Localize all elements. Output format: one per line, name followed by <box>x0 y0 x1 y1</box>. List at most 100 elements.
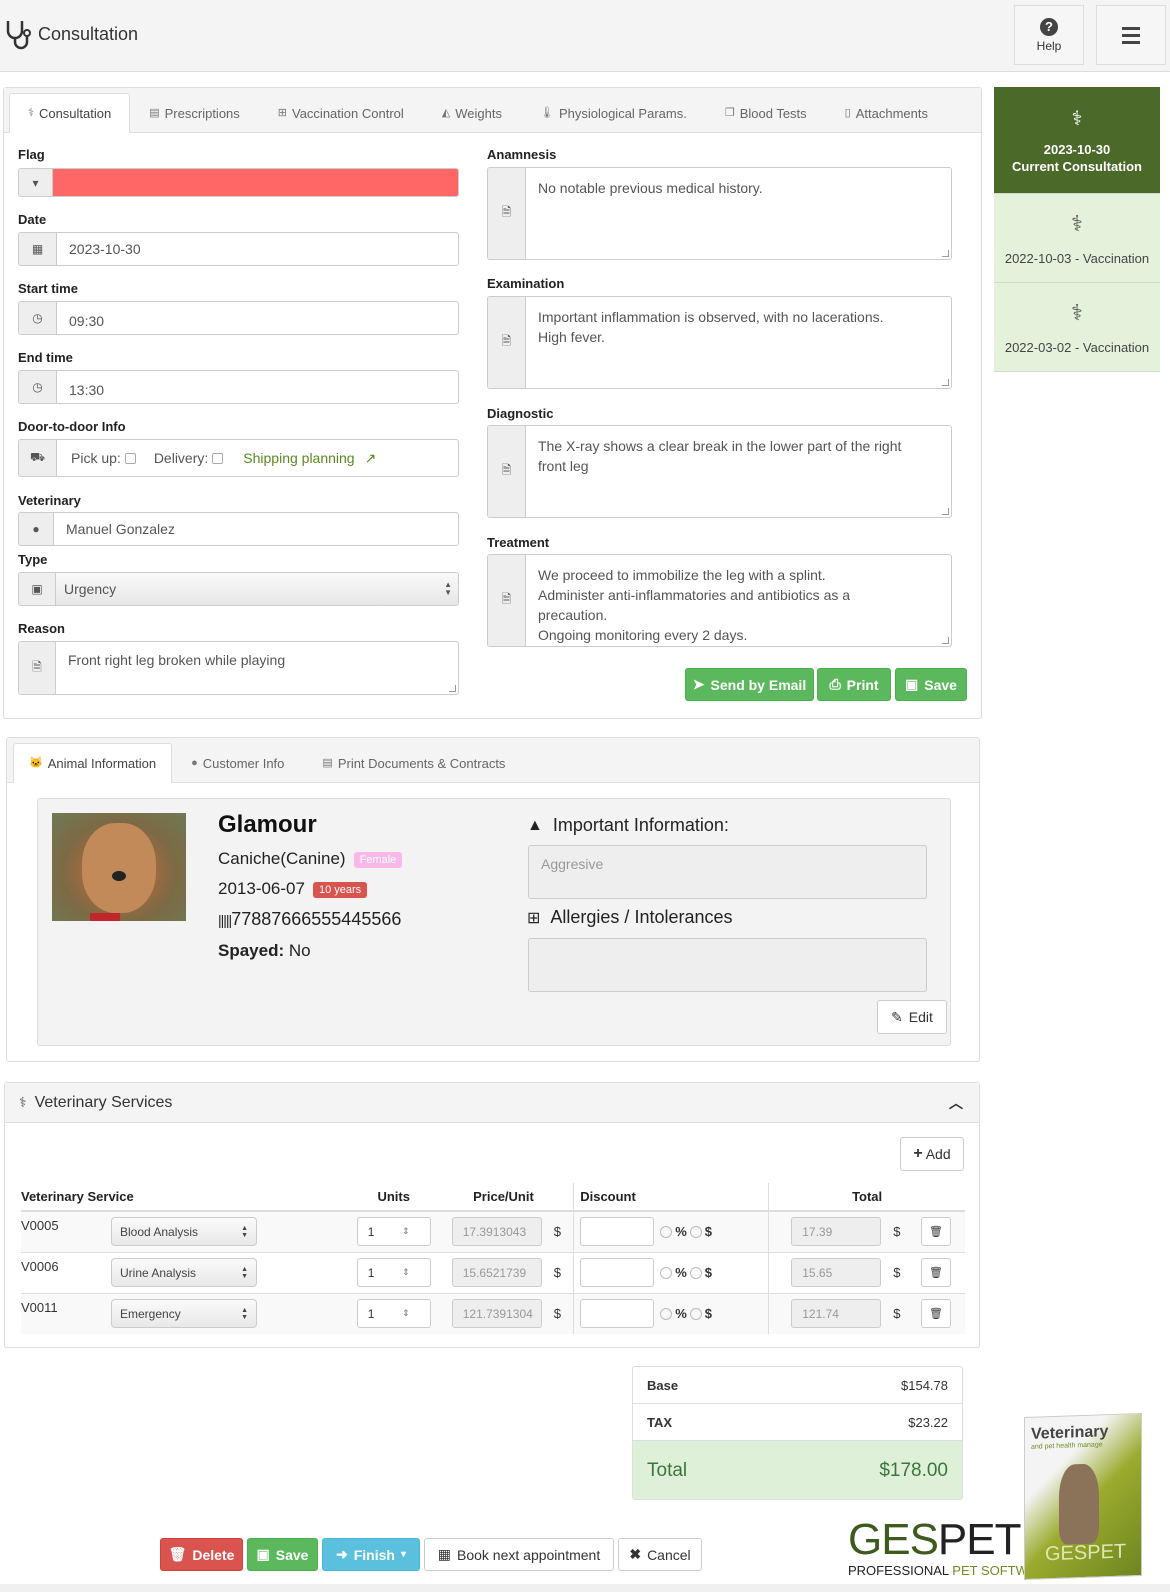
discount-amount-radio[interactable] <box>689 1266 702 1279</box>
chevron-up-icon[interactable]: ︿ <box>949 1093 963 1113</box>
book-label: Book next appointment <box>457 1546 601 1563</box>
discount-amount-radio[interactable] <box>689 1307 702 1320</box>
footer-strip <box>0 1584 1170 1592</box>
currency-label: $ <box>893 1306 901 1322</box>
tab-consultation[interactable]: ⚕ Consultation <box>9 93 131 133</box>
discount-input[interactable] <box>580 1217 655 1247</box>
plus-icon: + <box>913 1145 923 1162</box>
discount-percent-radio[interactable] <box>660 1266 673 1279</box>
delivery-checkbox[interactable] <box>212 452 224 464</box>
services-header[interactable]: ⚕ Veterinary Services ︿ <box>5 1083 979 1123</box>
files-icon: ❐ <box>724 107 735 119</box>
discount-input[interactable] <box>580 1258 655 1287</box>
end-time-input[interactable]: ◷ 13:30 <box>18 370 459 404</box>
send-by-email-button[interactable]: ➤ Send by Email <box>685 668 814 701</box>
edit-animal-button[interactable]: ✎ Edit <box>877 1000 947 1034</box>
start-time-input[interactable]: ◷ 09:30 <box>18 301 459 335</box>
tab-print-documents[interactable]: ▤ Print Documents & Contracts <box>303 744 524 782</box>
add-service-button[interactable]: + Add <box>900 1137 964 1171</box>
delete-row-button[interactable]: 🗑 <box>921 1217 951 1247</box>
col-price: Price/Unit <box>433 1183 574 1212</box>
tab-prescriptions[interactable]: ▤ Prescriptions <box>130 94 259 132</box>
service-select[interactable]: Blood Analysis ▲ ▼ <box>111 1217 257 1247</box>
allergies-label: Allergies / Intolerances <box>550 907 733 927</box>
examination-value: Important inflammation is observed, with… <box>538 309 884 345</box>
tab-physiological-params[interactable]: 🌡 Physiological Params. <box>521 94 706 132</box>
tab-customer-info[interactable]: ● Customer Info <box>172 744 303 782</box>
resize-handle[interactable] <box>449 685 456 692</box>
spinner-icon[interactable]: ⇕ <box>402 1267 410 1278</box>
totals-box: Base $154.78 TAX $23.22 Total $178.00 <box>632 1366 963 1500</box>
treatment-textarea[interactable]: 🗎 We proceed to immobilize the leg with … <box>487 554 952 647</box>
resize-handle[interactable] <box>942 637 949 644</box>
resize-handle[interactable] <box>942 250 949 257</box>
treatment-label: Treatment <box>487 535 550 550</box>
service-name: Blood Analysis <box>120 1224 199 1239</box>
save-consultation-button[interactable]: ▣ Save <box>895 668 967 701</box>
units-input[interactable]: 1 ⇕ <box>356 1299 431 1329</box>
reason-textarea[interactable]: 🗎 Front right leg broken while playing <box>18 641 459 695</box>
animal-spayed-row: Spayed: No <box>218 941 311 961</box>
consultation-history: ⚕ 2023-10-30 Current Consultation ⚕ 2022… <box>994 87 1160 372</box>
resize-handle[interactable] <box>942 508 949 515</box>
diagnostic-textarea[interactable]: 🗎 The X-ray shows a clear break in the l… <box>487 425 952 518</box>
delete-row-button[interactable]: 🗑 <box>921 1299 951 1329</box>
tab-label: Animal Information <box>47 756 157 771</box>
currency-label: $ <box>553 1224 561 1240</box>
spinner-icon[interactable]: ⇕ <box>402 1308 410 1319</box>
animal-breed-row: Caniche(Canine) Female <box>218 849 403 869</box>
shipping-planning-link[interactable]: Shipping planning <box>243 450 354 466</box>
consultation-tabs: ⚕ Consultation ▤ Prescriptions ⊞ Vaccinatio… <box>4 88 981 133</box>
delete-row-button[interactable]: 🗑 <box>921 1258 951 1287</box>
delete-button[interactable]: 🗑 Delete <box>160 1538 243 1571</box>
save-button[interactable]: ▣ Save <box>247 1538 318 1571</box>
stethoscope-icon: ⚕ <box>1071 299 1083 325</box>
price-input: 17.3913043 <box>451 1217 542 1247</box>
units-input[interactable]: 1 ⇕ <box>356 1258 431 1287</box>
history-item[interactable]: ⚕ 2022-03-02 - Vaccination <box>994 283 1160 372</box>
discount-amount-radio[interactable] <box>689 1225 702 1238</box>
tab-attachments[interactable]: ▯ Attachments <box>826 94 947 132</box>
tab-blood-tests[interactable]: ❐ Blood Tests <box>706 94 826 132</box>
examination-textarea[interactable]: 🗎 Important inflammation is observed, wi… <box>487 296 952 389</box>
total-value: $178.00 <box>879 1459 948 1481</box>
pickup-checkbox[interactable] <box>124 452 136 464</box>
start-time-label: Start time <box>18 281 78 296</box>
dollar-label: $ <box>704 1306 713 1322</box>
units-input[interactable]: 1 ⇕ <box>356 1217 431 1247</box>
currency-label: $ <box>553 1306 561 1322</box>
help-button[interactable]: ? Help <box>1014 5 1084 65</box>
veterinary-input[interactable]: ● Manuel Gonzalez <box>18 512 459 546</box>
discount-percent-radio[interactable] <box>660 1225 673 1238</box>
allergies-heading: ⊞ Allergies / Intolerances <box>527 907 733 928</box>
date-input[interactable]: ▦ 2023-10-30 <box>18 232 459 266</box>
type-select[interactable]: ▣ Urgency ▲ ▼ <box>18 572 459 606</box>
anamnesis-textarea[interactable]: 🗎 No notable previous medical history. <box>487 167 952 260</box>
history-item[interactable]: ⚕ 2022-10-03 - Vaccination <box>994 194 1160 283</box>
service-select[interactable]: Emergency ▲ ▼ <box>111 1299 257 1329</box>
veterinary-value: Manuel Gonzalez <box>66 521 175 537</box>
resize-handle[interactable] <box>942 379 949 386</box>
cancel-button[interactable]: ✖ Cancel <box>618 1538 702 1571</box>
date-label: Date <box>18 212 47 227</box>
col-total: Total <box>768 1183 965 1212</box>
book-next-appointment-button[interactable]: ▦ Book next appointment <box>424 1538 614 1571</box>
tab-weights[interactable]: ◭ Weights <box>423 94 521 132</box>
important-info-textarea[interactable]: Aggresive <box>528 845 927 899</box>
price-input: 15.6521739 <box>451 1258 542 1287</box>
stethoscope-icon: ⚕ <box>19 1094 27 1110</box>
print-button[interactable]: ⎙ Print <box>817 668 891 701</box>
discount-input[interactable] <box>580 1299 655 1329</box>
finish-dropdown-button[interactable]: ➜ Finish ▾ <box>322 1538 420 1571</box>
flag-select[interactable]: ▾ <box>18 168 459 197</box>
dollar-label: $ <box>704 1265 713 1280</box>
menu-button[interactable] <box>1096 5 1166 65</box>
history-item-current[interactable]: ⚕ 2023-10-30 Current Consultation <box>994 87 1160 194</box>
spinner-icon[interactable]: ⇕ <box>402 1226 410 1237</box>
tab-vaccination-control[interactable]: ⊞ Vaccination Control <box>259 94 423 132</box>
tab-animal-information[interactable]: 🐱 Animal Information <box>13 743 173 783</box>
allergies-textarea[interactable] <box>528 938 927 992</box>
service-select[interactable]: Urine Analysis ▲ ▼ <box>111 1258 257 1287</box>
newspaper-icon: ▤ <box>149 107 160 119</box>
discount-percent-radio[interactable] <box>660 1307 673 1320</box>
